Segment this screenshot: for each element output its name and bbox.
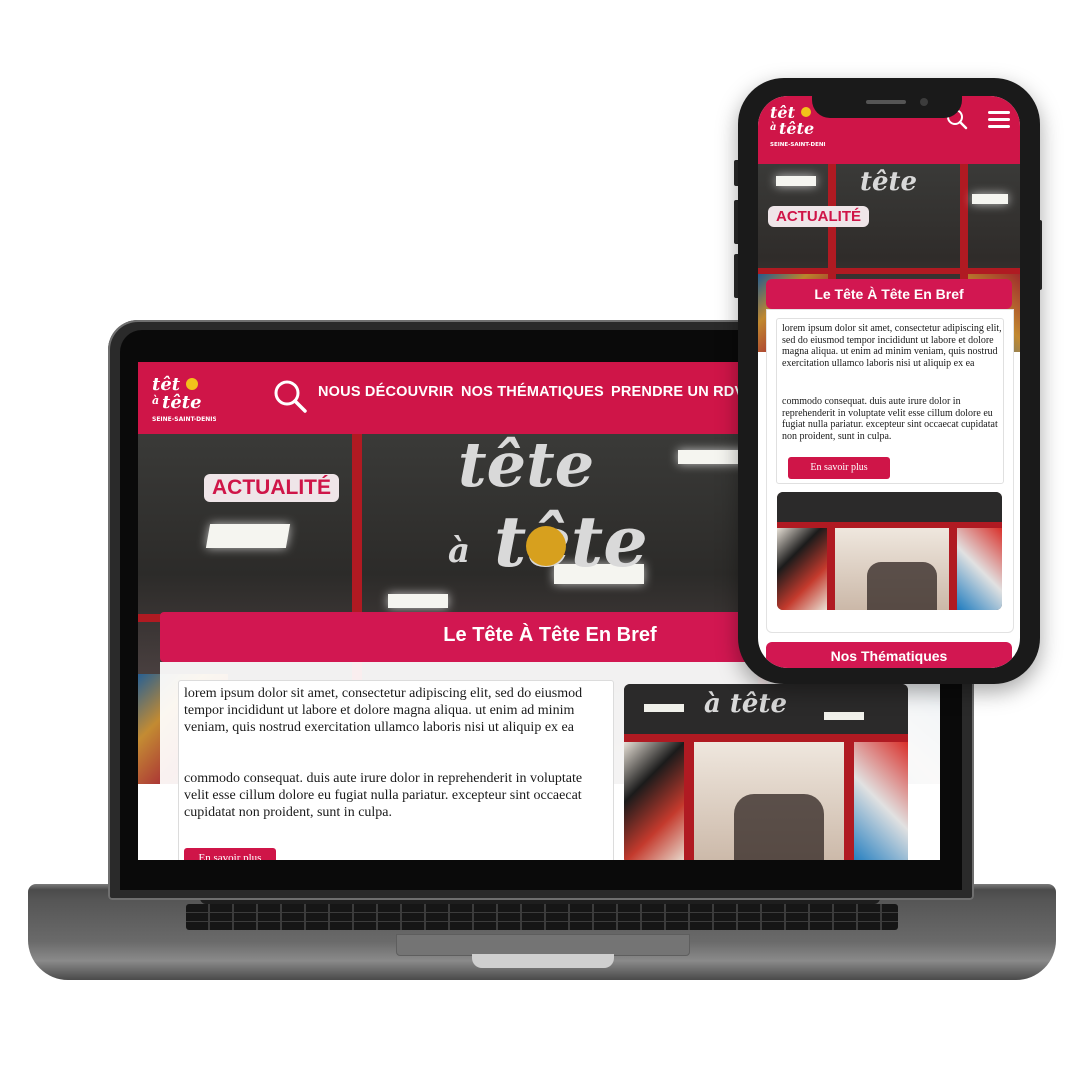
- phone-speaker: [866, 100, 906, 104]
- svg-text:à: à: [770, 122, 776, 133]
- hamburger-menu-icon[interactable]: [986, 108, 1012, 130]
- svg-text:à tête: à tête: [704, 689, 787, 719]
- nav-prendre-un-rdv[interactable]: PRENDRE UN RDV: [611, 384, 744, 400]
- read-more-button[interactable]: En savoir plus: [184, 848, 276, 860]
- svg-text:tête: tête: [860, 167, 917, 197]
- news-badge: ACTUALITÉ: [204, 474, 339, 502]
- site-logo[interactable]: têt à tête SEINE-SAINT-DENIS: [150, 368, 216, 428]
- nav-nous-decouvrir[interactable]: NOUS DÉCOUVRIR: [318, 384, 454, 400]
- svg-text:tête: tête: [162, 392, 202, 413]
- phone-camera: [920, 98, 928, 106]
- search-icon[interactable]: [272, 378, 308, 414]
- svg-text:SEINE-SAINT-DENIS: SEINE-SAINT-DENIS: [770, 142, 826, 148]
- svg-text:tête: tête: [494, 500, 648, 583]
- phone-notch: [812, 90, 962, 118]
- phone-section-paragraph-1: lorem ipsum dolor sit amet, consectetur …: [782, 323, 1002, 369]
- svg-text:à: à: [448, 531, 470, 571]
- svg-text:SEINE-SAINT-DENIS: SEINE-SAINT-DENIS: [152, 416, 216, 423]
- section-paragraph-1: lorem ipsum dolor sit amet, consectetur …: [184, 686, 583, 735]
- laptop-trackpad: [396, 934, 690, 956]
- phone-next-section-title: Nos Thématiques: [830, 648, 948, 664]
- phone-screen: tête têt à tête SEINE-SAINT-DENIS ACTUAL…: [758, 96, 1020, 668]
- store-photo: à tête: [624, 684, 908, 860]
- laptop-opening-notch: [472, 954, 614, 968]
- phone-section-paragraph-2: commodo consequat. duis aute irure dolor…: [782, 396, 998, 442]
- nav-nos-thematiques[interactable]: NOS THÉMATIQUES: [461, 384, 604, 400]
- svg-text:tête: tête: [458, 434, 594, 501]
- phone-news-badge: ACTUALITÉ: [768, 206, 869, 227]
- svg-text:tête: tête: [779, 119, 814, 138]
- phone-section-title: Le Tête À Tête En Bref: [814, 286, 964, 302]
- phone-store-photo: [777, 492, 1002, 610]
- svg-text:à: à: [152, 394, 159, 407]
- laptop-keyboard-rows: [186, 904, 898, 930]
- phone-read-more-button[interactable]: En savoir plus: [788, 457, 890, 479]
- section-paragraph-2: commodo consequat. duis aute irure dolor…: [184, 771, 583, 820]
- hero-sign-graphic: tête à tête: [448, 434, 648, 583]
